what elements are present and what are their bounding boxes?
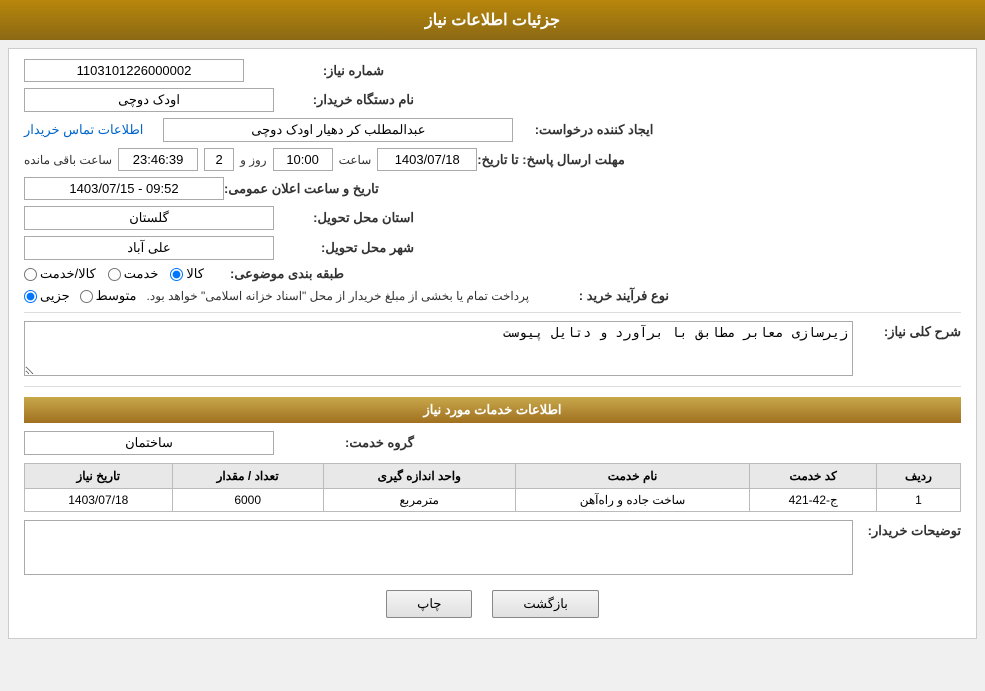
- group-label: گروه خدمت:: [274, 435, 414, 451]
- creator-value: عبدالمطلب کر دهیار اودک دوچی: [163, 118, 513, 142]
- general-desc-textarea[interactable]: [24, 321, 853, 376]
- city-row: شهر محل تحویل: علی آباد: [24, 236, 961, 260]
- process-options-row: پرداخت تمام یا بخشی از مبلغ خریدار از مح…: [24, 288, 529, 304]
- general-desc-label: شرح کلی نیاز:: [861, 321, 961, 340]
- category-radio-group: کالا/خدمت خدمت کالا: [24, 266, 204, 282]
- col-quantity: تعداد / مقدار: [172, 464, 323, 489]
- category-kala-khedmat-label: کالا/خدمت: [40, 266, 96, 282]
- process-jozii-radio[interactable]: [24, 290, 37, 303]
- process-motavaset-label: متوسط: [96, 288, 137, 304]
- category-kala[interactable]: کالا: [170, 266, 204, 282]
- province-value: گلستان: [24, 206, 274, 230]
- announce-label: تاریخ و ساعت اعلان عمومی:: [224, 181, 379, 197]
- buyer-desc-box: [24, 520, 853, 575]
- announce-value: 1403/07/15 - 09:52: [24, 177, 224, 200]
- main-header: جزئیات اطلاعات نیاز: [0, 0, 985, 40]
- category-kala-radio[interactable]: [170, 268, 183, 281]
- bottom-buttons: بازگشت چاپ: [24, 590, 961, 628]
- process-jozii-label: جزیی: [40, 288, 70, 304]
- deadline-days-label: روز و: [240, 153, 267, 167]
- services-table: ردیف کد خدمت نام خدمت واحد اندازه گیری ت…: [24, 463, 961, 512]
- city-label: شهر محل تحویل:: [274, 240, 414, 256]
- col-date: تاریخ نیاز: [25, 464, 173, 489]
- buyer-station-value: اودک دوچی: [24, 88, 274, 112]
- table-row: 1ج-42-421ساخت جاده و راه‌آهنمترمربع60001…: [25, 489, 961, 512]
- deadline-row: مهلت ارسال پاسخ: تا تاریخ: 1403/07/18 سا…: [24, 148, 961, 171]
- category-khedmat-label: خدمت: [124, 266, 159, 282]
- col-row-num: ردیف: [876, 464, 960, 489]
- buyer-desc-label: توضیحات خریدار:: [861, 520, 961, 539]
- category-row: طبقه بندی موضوعی: کالا/خدمت خدمت کالا: [24, 266, 961, 282]
- header-title: جزئیات اطلاعات نیاز: [425, 12, 560, 29]
- announce-row: تاریخ و ساعت اعلان عمومی: 1403/07/15 - 0…: [24, 177, 961, 200]
- buyer-station-row: نام دستگاه خریدار: اودک دوچی: [24, 88, 961, 112]
- col-service-code: کد خدمت: [750, 464, 877, 489]
- back-button[interactable]: بازگشت: [492, 590, 598, 618]
- category-kala-label: کالا: [186, 266, 204, 282]
- group-value: ساختمان: [24, 431, 274, 455]
- process-jozii[interactable]: جزیی: [24, 288, 70, 304]
- need-number-label: شماره نیاز:: [244, 63, 384, 79]
- divider-1: [24, 312, 961, 313]
- buyer-desc-row: توضیحات خریدار:: [24, 520, 961, 575]
- province-label: استان محل تحویل:: [274, 210, 414, 226]
- content-area: شماره نیاز: 1103101226000002 نام دستگاه …: [8, 48, 977, 639]
- process-label: نوع فرآیند خرید :: [529, 288, 669, 304]
- services-title: اطلاعات خدمات مورد نیاز: [423, 402, 561, 417]
- creator-label: ایجاد کننده درخواست:: [513, 122, 653, 138]
- deadline-time: 10:00: [273, 148, 333, 171]
- deadline-remain-label: ساعت باقی مانده: [24, 153, 112, 167]
- services-section: اطلاعات خدمات مورد نیاز گروه خدمت: ساختم…: [24, 397, 961, 575]
- deadline-label: مهلت ارسال پاسخ: تا تاریخ:: [477, 152, 625, 168]
- deadline-date: 1403/07/18: [377, 148, 477, 171]
- city-value: علی آباد: [24, 236, 274, 260]
- category-khedmat-radio[interactable]: [108, 268, 121, 281]
- need-number-value: 1103101226000002: [24, 59, 244, 82]
- province-row: استان محل تحویل: گلستان: [24, 206, 961, 230]
- divider-2: [24, 386, 961, 387]
- page-container: جزئیات اطلاعات نیاز شماره نیاز: 11031012…: [0, 0, 985, 639]
- process-note: پرداخت تمام یا بخشی از مبلغ خریدار از مح…: [147, 289, 530, 303]
- col-service-name: نام خدمت: [515, 464, 750, 489]
- group-row: گروه خدمت: ساختمان: [24, 431, 961, 455]
- contact-link[interactable]: اطلاعات تماس خریدار: [24, 122, 143, 138]
- deadline-time-label: ساعت: [339, 153, 372, 167]
- deadline-remain: 23:46:39: [118, 148, 198, 171]
- category-khedmat[interactable]: خدمت: [108, 266, 159, 282]
- print-button[interactable]: چاپ: [386, 590, 472, 618]
- buyer-station-label: نام دستگاه خریدار:: [274, 92, 414, 108]
- deadline-time-row: 1403/07/18 ساعت 10:00 روز و 2 23:46:39 س…: [24, 148, 477, 171]
- general-desc-section: شرح کلی نیاز:: [24, 321, 961, 376]
- category-kala-khedmat-radio[interactable]: [24, 268, 37, 281]
- process-motavaset[interactable]: متوسط: [80, 288, 137, 304]
- process-row: نوع فرآیند خرید : پرداخت تمام یا بخشی از…: [24, 288, 961, 304]
- general-desc-row: شرح کلی نیاز:: [24, 321, 961, 376]
- category-kala-khedmat[interactable]: کالا/خدمت: [24, 266, 96, 282]
- deadline-days: 2: [204, 148, 234, 171]
- need-number-row: شماره نیاز: 1103101226000002: [24, 59, 961, 82]
- col-unit: واحد اندازه گیری: [323, 464, 515, 489]
- category-label: طبقه بندی موضوعی:: [204, 266, 344, 282]
- process-motavaset-radio[interactable]: [80, 290, 93, 303]
- services-header: اطلاعات خدمات مورد نیاز: [24, 397, 961, 423]
- creator-row: ایجاد کننده درخواست: عبدالمطلب کر دهیار …: [24, 118, 961, 142]
